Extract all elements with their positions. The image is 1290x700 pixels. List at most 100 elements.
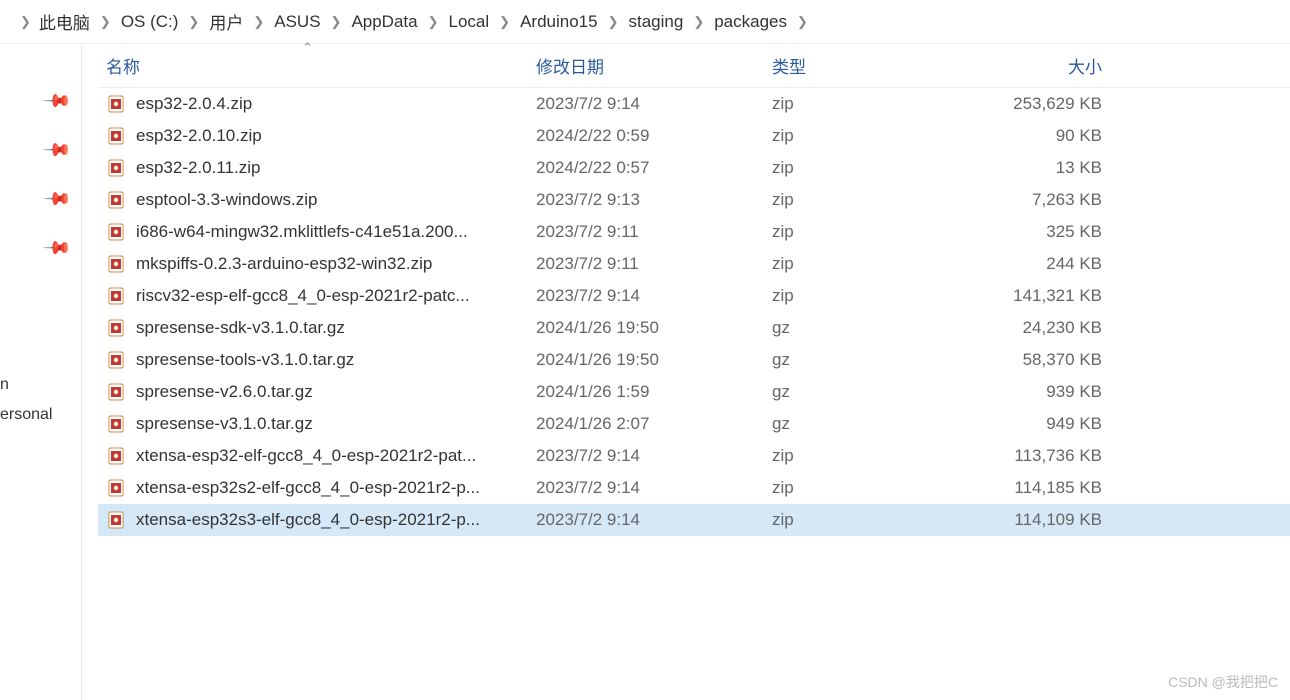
file-row[interactable]: spresense-sdk-v3.1.0.tar.gz 2024/1/26 19…	[98, 312, 1290, 344]
archive-icon	[106, 286, 126, 306]
file-type: zip	[772, 94, 972, 114]
file-row[interactable]: spresense-v2.6.0.tar.gz 2024/1/26 1:59 g…	[98, 376, 1290, 408]
column-header-type[interactable]: 类型	[772, 53, 972, 78]
file-type: zip	[772, 190, 972, 210]
file-size: 13 KB	[972, 158, 1102, 178]
file-name: i686-w64-mingw32.mklittlefs-c41e51a.200.…	[136, 222, 468, 242]
file-name: esp32-2.0.4.zip	[136, 94, 252, 114]
breadcrumb-item[interactable]: 此电脑	[35, 9, 94, 34]
file-name: xtensa-esp32s2-elf-gcc8_4_0-esp-2021r2-p…	[136, 478, 480, 498]
file-size: 141,321 KB	[972, 286, 1102, 306]
main-area: 📌 📌 📌 📌 n ersonal ⌃ 名称 修改日期 类型 大小 esp32-…	[0, 44, 1290, 700]
file-date: 2023/7/2 9:14	[536, 286, 772, 306]
file-row[interactable]: mkspiffs-0.2.3-arduino-esp32-win32.zip 2…	[98, 248, 1290, 280]
breadcrumb-item[interactable]: Arduino15	[516, 12, 602, 32]
file-row[interactable]: spresense-tools-v3.1.0.tar.gz 2024/1/26 …	[98, 344, 1290, 376]
file-date: 2023/7/2 9:14	[536, 510, 772, 530]
column-header-name[interactable]: 名称	[98, 53, 536, 78]
file-name: riscv32-esp-elf-gcc8_4_0-esp-2021r2-patc…	[136, 286, 470, 306]
breadcrumb-item[interactable]: staging	[624, 12, 687, 32]
file-date: 2024/1/26 19:50	[536, 350, 772, 370]
file-name: xtensa-esp32s3-elf-gcc8_4_0-esp-2021r2-p…	[136, 510, 480, 530]
file-row[interactable]: xtensa-esp32s3-elf-gcc8_4_0-esp-2021r2-p…	[98, 504, 1290, 536]
archive-icon	[106, 254, 126, 274]
file-type: gz	[772, 350, 972, 370]
file-date: 2023/7/2 9:14	[536, 478, 772, 498]
breadcrumb-item[interactable]: 用户	[205, 9, 247, 34]
file-row[interactable]: esptool-3.3-windows.zip 2023/7/2 9:13 zi…	[98, 184, 1290, 216]
chevron-right-icon: ❯	[687, 14, 710, 30]
chevron-right-icon: ❯	[493, 14, 516, 30]
file-date: 2024/2/22 0:57	[536, 158, 772, 178]
breadcrumb-item[interactable]: Local	[445, 12, 494, 32]
file-size: 58,370 KB	[972, 350, 1102, 370]
file-size: 24,230 KB	[972, 318, 1102, 338]
archive-icon	[106, 222, 126, 242]
sort-indicator-icon: ⌃	[302, 40, 313, 56]
file-row[interactable]: spresense-v3.1.0.tar.gz 2024/1/26 2:07 g…	[98, 408, 1290, 440]
column-header-size[interactable]: 大小	[972, 53, 1102, 78]
file-size: 114,185 KB	[972, 478, 1102, 498]
chevron-right-icon: ❯	[602, 14, 625, 30]
file-date: 2023/7/2 9:11	[536, 222, 772, 242]
file-type: zip	[772, 510, 972, 530]
file-size: 939 KB	[972, 382, 1102, 402]
file-name: mkspiffs-0.2.3-arduino-esp32-win32.zip	[136, 254, 432, 274]
file-date: 2024/2/22 0:59	[536, 126, 772, 146]
breadcrumb-item[interactable]: AppData	[347, 12, 421, 32]
chevron-right-icon: ❯	[182, 14, 205, 30]
file-row[interactable]: xtensa-esp32-elf-gcc8_4_0-esp-2021r2-pat…	[98, 440, 1290, 472]
archive-icon	[106, 446, 126, 466]
file-date: 2023/7/2 9:14	[536, 446, 772, 466]
file-name: spresense-tools-v3.1.0.tar.gz	[136, 350, 354, 370]
file-size: 114,109 KB	[972, 510, 1102, 530]
chevron-right-icon: ❯	[94, 14, 117, 30]
file-rows-container: esp32-2.0.4.zip 2023/7/2 9:14 zip 253,62…	[98, 88, 1290, 536]
breadcrumb-item[interactable]: OS (C:)	[117, 12, 183, 32]
file-type: zip	[772, 286, 972, 306]
file-row[interactable]: riscv32-esp-elf-gcc8_4_0-esp-2021r2-patc…	[98, 280, 1290, 312]
breadcrumb-item[interactable]: packages	[710, 12, 791, 32]
file-type: gz	[772, 318, 972, 338]
file-row[interactable]: xtensa-esp32s2-elf-gcc8_4_0-esp-2021r2-p…	[98, 472, 1290, 504]
file-type: zip	[772, 478, 972, 498]
file-type: gz	[772, 414, 972, 434]
file-row[interactable]: esp32-2.0.4.zip 2023/7/2 9:14 zip 253,62…	[98, 88, 1290, 120]
chevron-right-icon[interactable]: ❯	[8, 14, 35, 30]
file-type: zip	[772, 446, 972, 466]
archive-icon	[106, 350, 126, 370]
file-name: spresense-sdk-v3.1.0.tar.gz	[136, 318, 345, 338]
file-name: spresense-v2.6.0.tar.gz	[136, 382, 313, 402]
archive-icon	[106, 510, 126, 530]
column-header-date[interactable]: 修改日期	[536, 53, 772, 78]
archive-icon	[106, 158, 126, 178]
file-date: 2023/7/2 9:13	[536, 190, 772, 210]
file-list-panel: ⌃ 名称 修改日期 类型 大小 esp32-2.0.4.zip 2023/7/2…	[82, 44, 1290, 700]
file-row[interactable]: esp32-2.0.11.zip 2024/2/22 0:57 zip 13 K…	[98, 152, 1290, 184]
chevron-right-icon: ❯	[247, 14, 270, 30]
file-type: gz	[772, 382, 972, 402]
file-size: 113,736 KB	[972, 446, 1102, 466]
breadcrumb[interactable]: ❯ 此电脑❯OS (C:)❯用户❯ASUS❯AppData❯Local❯Ardu…	[0, 0, 1290, 44]
sidebar-cut-text: n ersonal	[0, 370, 52, 431]
file-type: zip	[772, 126, 972, 146]
file-name: esp32-2.0.10.zip	[136, 126, 262, 146]
archive-icon	[106, 478, 126, 498]
chevron-right-icon: ❯	[791, 14, 814, 30]
column-header-row: ⌃ 名称 修改日期 类型 大小	[98, 44, 1290, 88]
file-date: 2024/1/26 1:59	[536, 382, 772, 402]
file-date: 2024/1/26 2:07	[536, 414, 772, 434]
file-size: 7,263 KB	[972, 190, 1102, 210]
file-type: zip	[772, 222, 972, 242]
breadcrumb-item[interactable]: ASUS	[270, 12, 324, 32]
file-size: 325 KB	[972, 222, 1102, 242]
file-row[interactable]: esp32-2.0.10.zip 2024/2/22 0:59 zip 90 K…	[98, 120, 1290, 152]
file-size: 244 KB	[972, 254, 1102, 274]
chevron-right-icon: ❯	[325, 14, 348, 30]
file-name: esptool-3.3-windows.zip	[136, 190, 317, 210]
file-size: 90 KB	[972, 126, 1102, 146]
file-size: 253,629 KB	[972, 94, 1102, 114]
file-size: 949 KB	[972, 414, 1102, 434]
file-row[interactable]: i686-w64-mingw32.mklittlefs-c41e51a.200.…	[98, 216, 1290, 248]
file-date: 2023/7/2 9:14	[536, 94, 772, 114]
